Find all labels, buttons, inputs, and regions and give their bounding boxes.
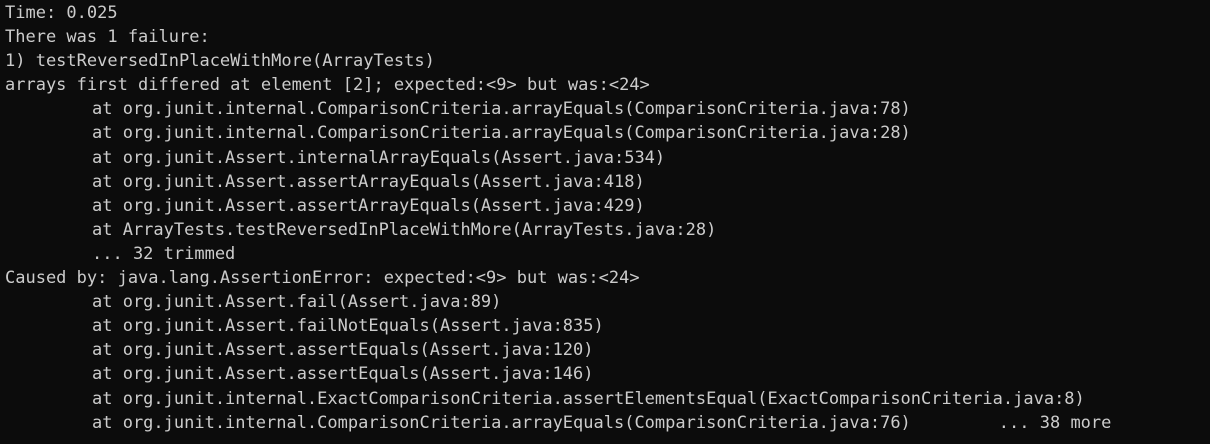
failure-message-line: arrays first differed at element [2]; ex… [5,75,650,96]
stack-trace-line: at org.junit.internal.ComparisonCriteria… [5,97,1210,121]
stack-trace-line: at org.junit.Assert.assertArrayEquals(As… [5,170,1210,194]
failure-count-line: There was 1 failure: [5,27,210,48]
time-line: Time: 0.025 [5,3,118,23]
stack-trace-text: at org.junit.internal.ExactComparisonCri… [92,388,1085,409]
stack-trace-text: at org.junit.Assert.failNotEquals(Assert… [92,316,604,337]
more-frames-text: ... 38 more [998,412,1112,433]
stack-trace-text: at org.junit.Assert.assertEquals(Assert.… [92,364,594,385]
stack-trace-text: at org.junit.Assert.internalArrayEquals(… [92,147,666,168]
stack-trace-line: at org.junit.Assert.internalArrayEquals(… [5,146,1210,170]
terminal-output[interactable]: Time: 0.025 There was 1 failure: 1) test… [0,0,1210,444]
stack-trace-line: at org.junit.internal.ExactComparisonCri… [5,387,1210,411]
failure-header-line: 1) testReversedInPlaceWithMore(ArrayTest… [5,51,435,72]
stack-trace-text: at org.junit.internal.ComparisonCriteria… [92,99,911,120]
stack-trace-line: at org.junit.Assert.fail(Assert.java:89) [5,290,1210,314]
caused-by-line: Caused by: java.lang.AssertionError: exp… [5,268,640,289]
stack-trace-line: at org.junit.Assert.assertEquals(Assert.… [5,362,1210,386]
stack-trace-line: at org.junit.Assert.assertEquals(Assert.… [5,338,1210,362]
stack-trace-text: at org.junit.internal.ComparisonCriteria… [92,123,911,144]
stack-trace-line: at org.junit.internal.ComparisonCriteria… [5,121,1210,145]
trimmed-text: ... 32 trimmed [92,243,236,264]
stack-trace-text: at org.junit.Assert.fail(Assert.java:89) [92,292,502,313]
trimmed-line: ... 32 trimmed [5,242,1210,266]
stack-trace-line: at org.junit.internal.ComparisonCriteria… [5,411,1210,435]
stack-trace-text: at org.junit.Assert.assertArrayEquals(As… [92,195,645,216]
stack-trace-text: at org.junit.Assert.assertArrayEquals(As… [92,171,645,192]
stack-trace-line: at org.junit.Assert.failNotEquals(Assert… [5,314,1210,338]
stack-trace-text: at ArrayTests.testReversedInPlaceWithMor… [92,219,717,240]
stack-trace-line: at ArrayTests.testReversedInPlaceWithMor… [5,218,1210,242]
stack-trace-line: at org.junit.Assert.assertArrayEquals(As… [5,194,1210,218]
stack-trace-text: at org.junit.internal.ComparisonCriteria… [92,412,911,433]
stack-trace-text: at org.junit.Assert.assertEquals(Assert.… [92,340,594,361]
